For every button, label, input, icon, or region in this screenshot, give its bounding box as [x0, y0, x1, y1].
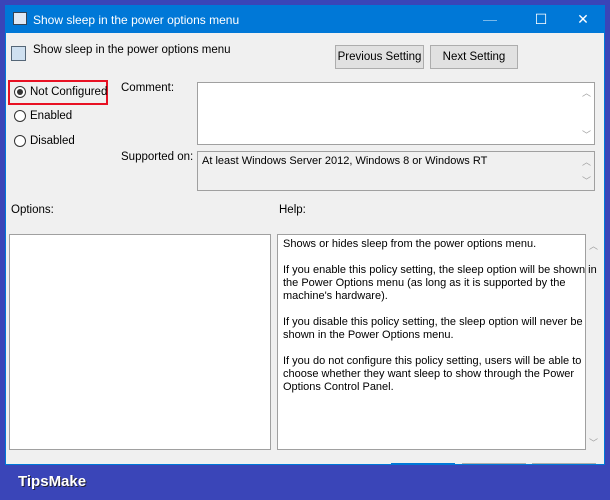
- radio-label: Disabled: [30, 135, 75, 147]
- help-text-line: Options Control Panel.: [283, 381, 394, 393]
- help-text-line: If you do not configure this policy sett…: [283, 355, 582, 367]
- radio-label: Enabled: [30, 110, 73, 122]
- help-text-line: [283, 251, 580, 264]
- help-text-line: [283, 342, 580, 355]
- previous-setting-button[interactable]: Previous Setting: [335, 45, 424, 69]
- ok-button[interactable]: [391, 463, 455, 464]
- help-text-line: If you enable this policy setting, the s…: [283, 264, 597, 276]
- scroll-up-icon[interactable]: ︿: [582, 86, 591, 99]
- options-panel: [9, 234, 271, 450]
- comment-label: Comment:: [121, 82, 175, 94]
- policy-dialog: Show sleep in the power options menu — ☐…: [5, 5, 605, 465]
- scroll-down-icon[interactable]: ﹀: [582, 174, 591, 187]
- title-bar: Show sleep in the power options menu — ☐…: [6, 6, 604, 33]
- policy-setting-icon: [11, 46, 26, 61]
- apply-button[interactable]: [532, 463, 596, 464]
- close-button[interactable]: ✕: [561, 6, 604, 33]
- scroll-up-icon[interactable]: ︿: [582, 155, 591, 168]
- help-text-line: machine's hardware).: [283, 290, 388, 302]
- policy-app-icon: [13, 12, 27, 25]
- radio-disabled[interactable]: Disabled: [14, 135, 75, 147]
- tipsmake-banner: TipsMake: [18, 473, 87, 490]
- help-text-line: choose whether they want sleep to show t…: [283, 368, 575, 380]
- minimize-button[interactable]: —: [468, 6, 512, 33]
- radio-circle[interactable]: [14, 86, 26, 98]
- help-text-line: If you disable this policy setting, the …: [283, 316, 583, 328]
- next-setting-button[interactable]: Next Setting: [430, 45, 518, 69]
- policy-name: Show sleep in the power options menu: [33, 44, 231, 56]
- options-label: Options:: [11, 204, 54, 216]
- help-panel: Shows or hides sleep from the power opti…: [277, 234, 597, 450]
- supported-on-label: Supported on:: [121, 151, 194, 163]
- scroll-down-icon[interactable]: ﹀: [582, 128, 591, 141]
- help-label: Help:: [279, 204, 306, 216]
- radio-label: Not Configured: [30, 86, 108, 98]
- supported-on-field: At least Windows Server 2012, Windows 8 …: [197, 151, 595, 191]
- help-text-line: the Power Options menu (as long as it is…: [283, 277, 566, 289]
- help-scroll-up-icon[interactable]: ︿: [589, 239, 598, 252]
- help-scroll-down-icon[interactable]: ﹀: [589, 436, 598, 449]
- help-text-line: shown in the Power Options menu.: [283, 329, 454, 341]
- maximize-button[interactable]: ☐: [519, 6, 563, 33]
- supported-on-value: At least Windows Server 2012, Windows 8 …: [202, 155, 488, 167]
- radio-circle[interactable]: [14, 110, 26, 122]
- radio-not-configured[interactable]: Not Configured: [14, 86, 107, 98]
- window-title: Show sleep in the power options menu: [33, 13, 240, 27]
- radio-circle[interactable]: [14, 135, 26, 147]
- help-text-line: [283, 303, 580, 316]
- comment-textarea[interactable]: ︿ ﹀: [197, 82, 595, 145]
- cancel-button[interactable]: [462, 463, 526, 464]
- help-text-line: Shows or hides sleep from the power opti…: [283, 238, 537, 250]
- radio-enabled[interactable]: Enabled: [14, 110, 72, 122]
